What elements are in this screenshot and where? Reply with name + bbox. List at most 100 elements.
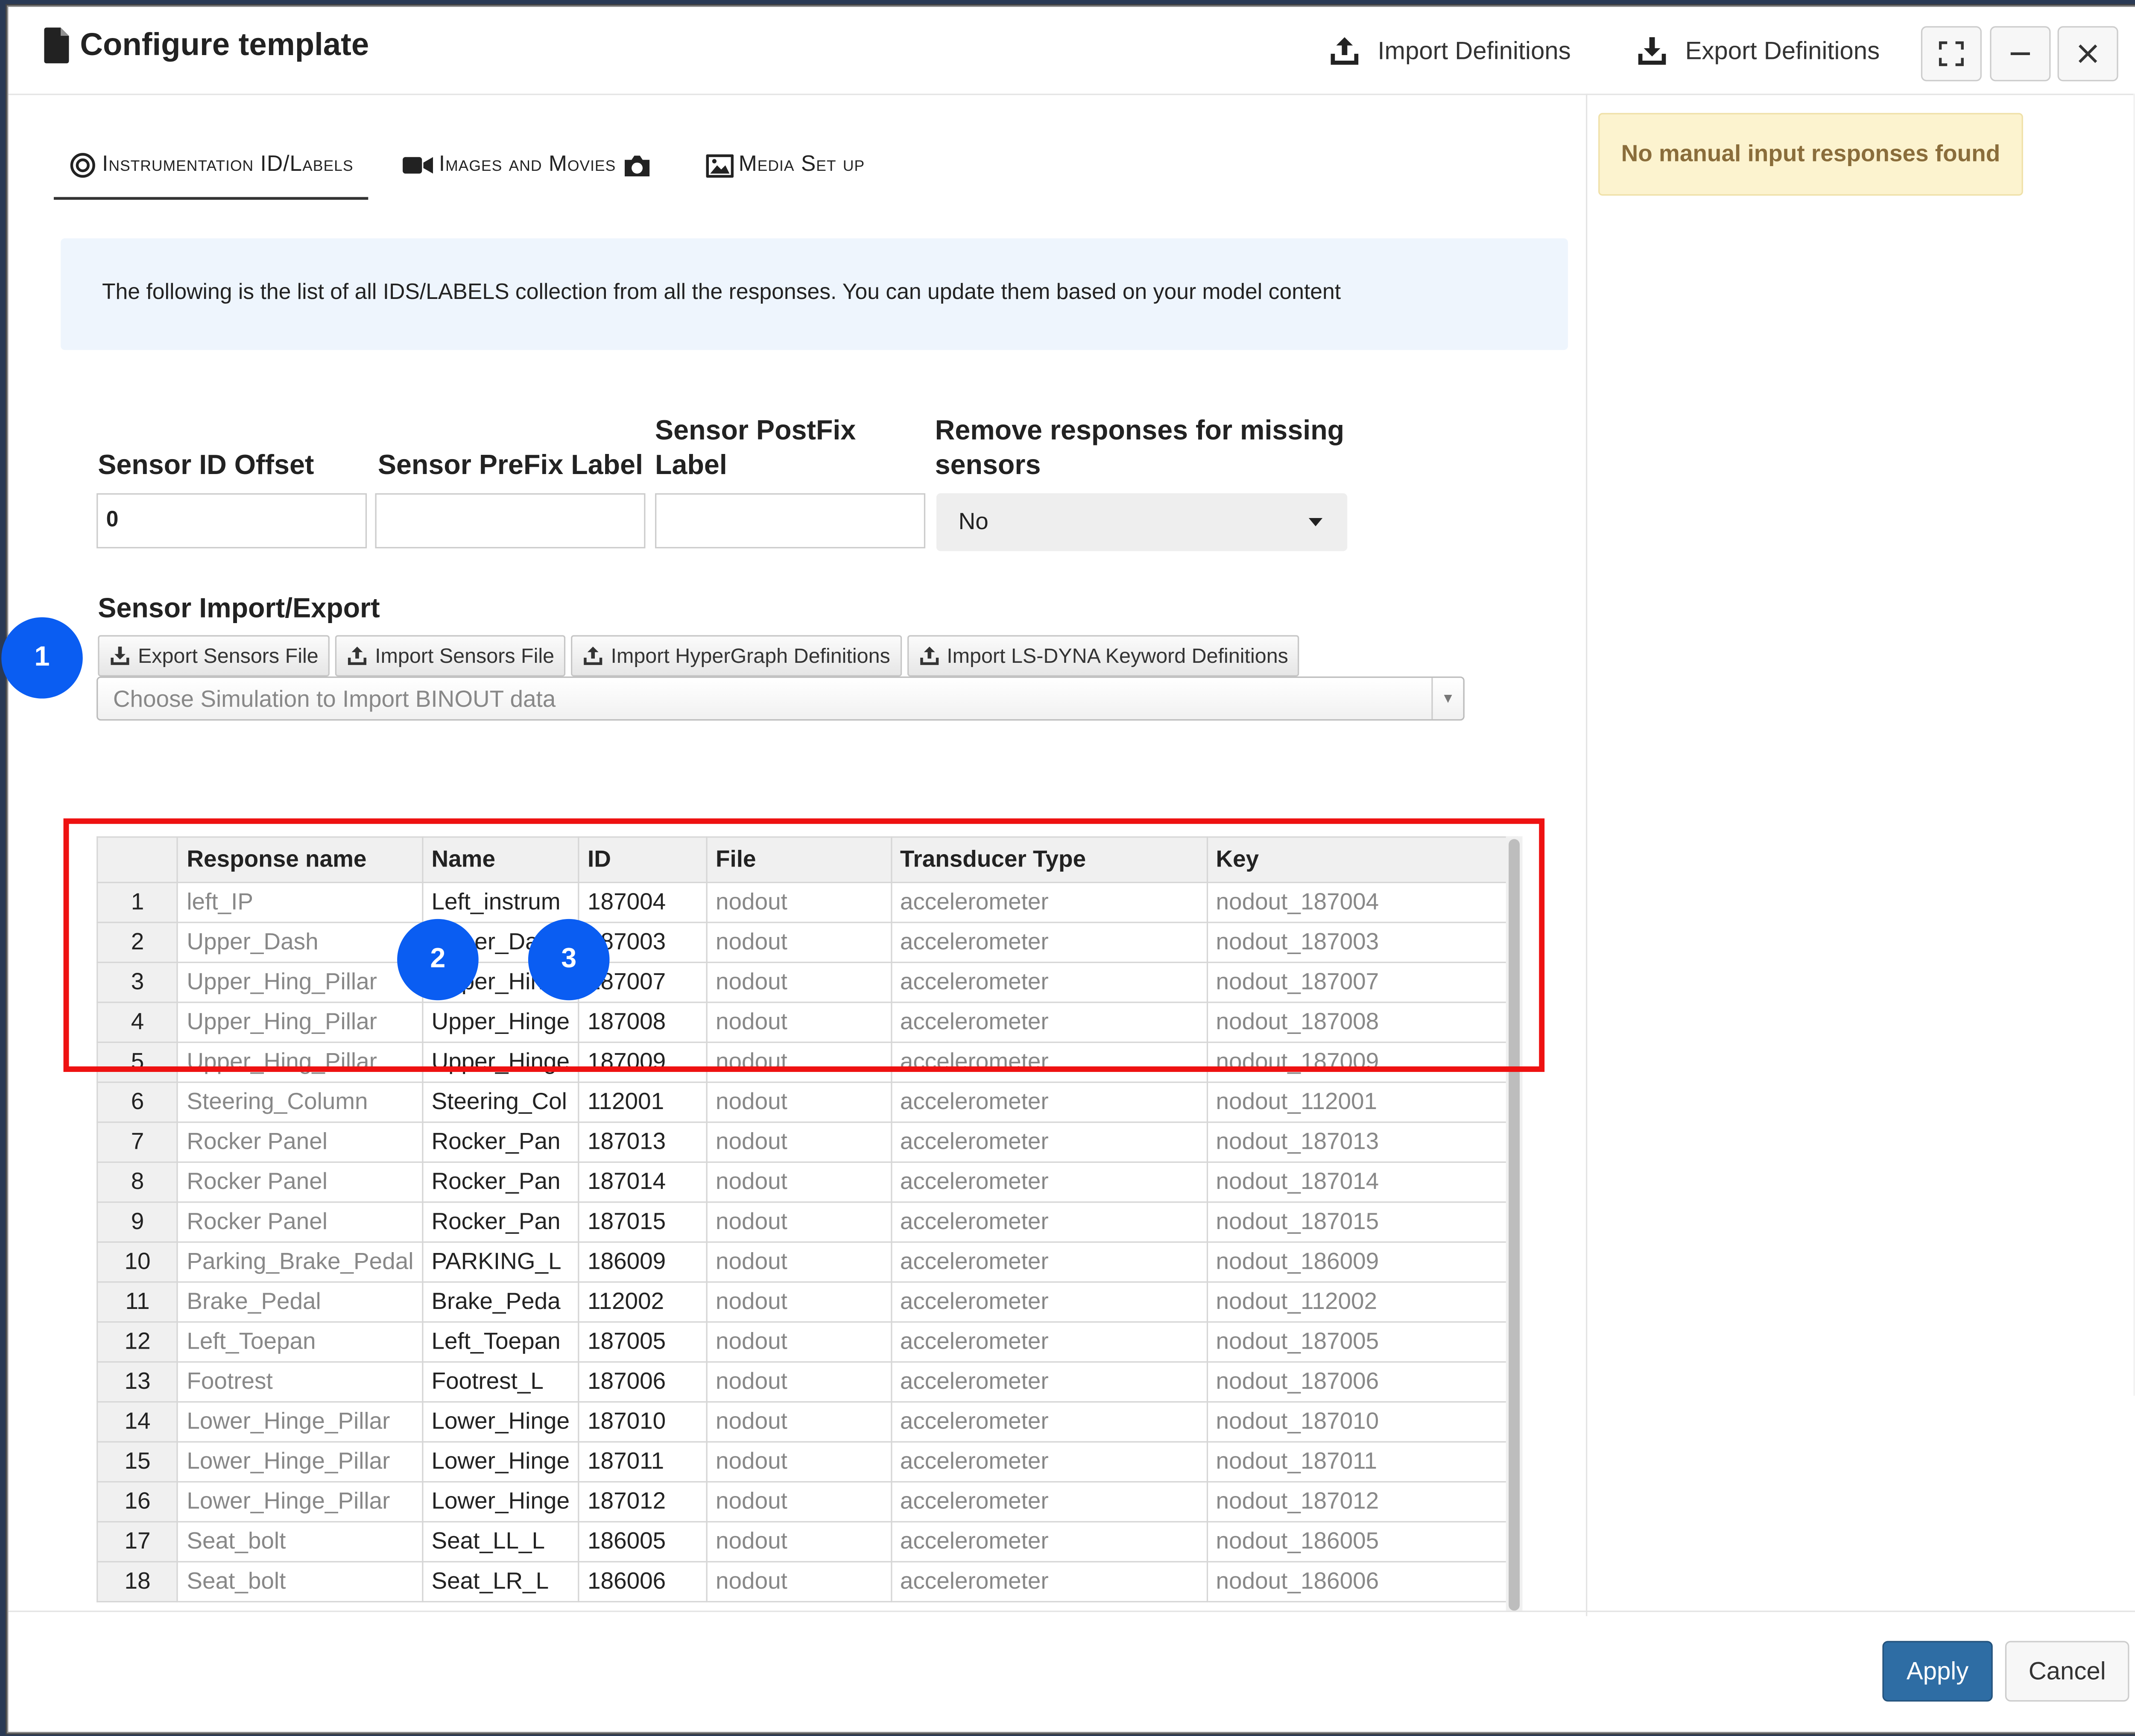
file-cell[interactable]: nodout [706,1081,892,1123]
import-lsdyna-button[interactable]: Import LS-DYNA Keyword Definitions [907,635,1299,677]
transducer-type-cell[interactable]: accelerometer [890,1161,1208,1203]
file-cell[interactable]: nodout [706,1481,892,1522]
id-cell[interactable]: 187012 [578,1481,708,1522]
response-name-cell[interactable]: Left_Toepan [177,1321,424,1363]
key-cell[interactable]: nodout_187015 [1206,1201,1518,1243]
table-row[interactable]: 8 Rocker Panel Rocker_Pan 187014 nodout accel… [97,1161,1518,1203]
cancel-button[interactable]: Cancel [2005,1641,2129,1702]
key-cell[interactable]: nodout_187011 [1206,1441,1518,1483]
name-cell[interactable]: Rocker_Pan [421,1201,579,1243]
name-cell[interactable]: Rocker_Pan [421,1121,579,1163]
export-definitions-button[interactable]: Export Definitions [1635,35,1880,67]
id-cell[interactable]: 186009 [578,1241,708,1283]
file-cell[interactable]: nodout [706,1361,892,1403]
key-cell[interactable]: nodout_187012 [1206,1481,1518,1522]
id-cell[interactable]: 187015 [578,1201,708,1243]
import-sensors-file-button[interactable]: Import Sensors File [335,635,565,677]
dialog-scrollbar[interactable] [2133,94,2135,1396]
file-cell[interactable]: nodout [706,1561,892,1603]
key-cell[interactable]: nodout_187013 [1206,1121,1518,1163]
close-button[interactable] [2057,26,2118,82]
id-cell[interactable]: 186006 [578,1561,708,1603]
key-cell[interactable]: nodout_187005 [1206,1321,1518,1363]
transducer-type-cell[interactable]: accelerometer [890,1521,1208,1563]
transducer-type-cell[interactable]: accelerometer [890,1481,1208,1522]
key-cell[interactable]: nodout_187010 [1206,1401,1518,1443]
key-cell[interactable]: nodout_112001 [1206,1081,1518,1123]
name-cell[interactable]: PARKING_L [421,1241,579,1283]
binout-simulation-select[interactable]: Choose Simulation to Import BINOUT data … [97,676,1465,721]
name-cell[interactable]: Steering_Col [421,1081,579,1123]
name-cell[interactable]: Seat_LR_L [421,1561,579,1603]
key-cell[interactable]: nodout_187014 [1206,1161,1518,1203]
id-cell[interactable]: 187010 [578,1401,708,1443]
transducer-type-cell[interactable]: accelerometer [890,1361,1208,1403]
response-name-cell[interactable]: Rocker Panel [177,1121,424,1163]
response-name-cell[interactable]: Lower_Hinge_Pillar [177,1481,424,1522]
export-sensors-file-button[interactable]: Export Sensors File [98,635,330,677]
id-cell[interactable]: 186005 [578,1521,708,1563]
name-cell[interactable]: Footrest_L [421,1361,579,1403]
tab-instrumentation[interactable]: Instrumentation ID/Labels [53,134,369,200]
id-cell[interactable]: 187006 [578,1361,708,1403]
minimize-button[interactable] [1990,26,2051,82]
table-row[interactable]: 14 Lower_Hinge_Pillar Lower_Hinge 187010 nod… [97,1401,1518,1443]
remove-responses-select[interactable]: No [936,493,1348,551]
table-row[interactable]: 10 Parking_Brake_Pedal PARKING_L 186009 nodo… [97,1241,1518,1283]
sensor-postfix-input[interactable] [655,493,926,549]
file-cell[interactable]: nodout [706,1401,892,1443]
table-row[interactable]: 17 Seat_bolt Seat_LL_L 186005 nodout accelero… [97,1521,1518,1563]
sensor-id-offset-input[interactable]: 0 [97,493,367,549]
response-name-cell[interactable]: Brake_Pedal [177,1281,424,1323]
tab-images-movies[interactable]: Images and Movies [388,134,671,197]
name-cell[interactable]: Lower_Hinge [421,1481,579,1522]
name-cell[interactable]: Seat_LL_L [421,1521,579,1563]
response-name-cell[interactable]: Lower_Hinge_Pillar [177,1401,424,1443]
name-cell[interactable]: Lower_Hinge [421,1441,579,1483]
id-cell[interactable]: 187014 [578,1161,708,1203]
transducer-type-cell[interactable]: accelerometer [890,1201,1208,1243]
key-cell[interactable]: nodout_186005 [1206,1521,1518,1563]
file-cell[interactable]: nodout [706,1441,892,1483]
transducer-type-cell[interactable]: accelerometer [890,1241,1208,1283]
key-cell[interactable]: nodout_112002 [1206,1281,1518,1323]
id-cell[interactable]: 112002 [578,1281,708,1323]
response-name-cell[interactable]: Footrest [177,1361,424,1403]
file-cell[interactable]: nodout [706,1241,892,1283]
transducer-type-cell[interactable]: accelerometer [890,1321,1208,1363]
response-name-cell[interactable]: Seat_bolt [177,1561,424,1603]
table-row[interactable]: 16 Lower_Hinge_Pillar Lower_Hinge 187012 nod… [97,1481,1518,1522]
transducer-type-cell[interactable]: accelerometer [890,1401,1208,1443]
table-row[interactable]: 18 Seat_bolt Seat_LR_L 186006 nodout accelero… [97,1561,1518,1603]
response-name-cell[interactable]: Seat_bolt [177,1521,424,1563]
apply-button[interactable]: Apply [1882,1641,1993,1702]
transducer-type-cell[interactable]: accelerometer [890,1121,1208,1163]
id-cell[interactable]: 187013 [578,1121,708,1163]
transducer-type-cell[interactable]: accelerometer [890,1081,1208,1123]
file-cell[interactable]: nodout [706,1121,892,1163]
import-definitions-button[interactable]: Import Definitions [1328,35,1571,67]
name-cell[interactable]: Left_Toepan [421,1321,579,1363]
name-cell[interactable]: Brake_Peda [421,1281,579,1323]
table-row[interactable]: 12 Left_Toepan Left_Toepan 187005 nodout acce… [97,1321,1518,1363]
table-row[interactable]: 9 Rocker Panel Rocker_Pan 187015 nodout accel… [97,1201,1518,1243]
import-hypergraph-button[interactable]: Import HyperGraph Definitions [570,635,901,677]
sensor-prefix-input[interactable] [375,493,646,549]
response-name-cell[interactable]: Rocker Panel [177,1161,424,1203]
tab-media-setup[interactable]: Media Set up [690,134,880,197]
name-cell[interactable]: Rocker_Pan [421,1161,579,1203]
response-name-cell[interactable]: Steering_Column [177,1081,424,1123]
file-cell[interactable]: nodout [706,1321,892,1363]
response-name-cell[interactable]: Rocker Panel [177,1201,424,1243]
table-row[interactable]: 13 Footrest Footrest_L 187006 nodout accelero… [97,1361,1518,1403]
name-cell[interactable]: Lower_Hinge [421,1401,579,1443]
transducer-type-cell[interactable]: accelerometer [890,1281,1208,1323]
table-row[interactable]: 6 Steering_Column Steering_Col 112001 nodout… [97,1081,1518,1123]
table-row[interactable]: 15 Lower_Hinge_Pillar Lower_Hinge 187011 nod… [97,1441,1518,1483]
file-cell[interactable]: nodout [706,1281,892,1323]
table-row[interactable]: 7 Rocker Panel Rocker_Pan 187013 nodout accel… [97,1121,1518,1163]
transducer-type-cell[interactable]: accelerometer [890,1441,1208,1483]
key-cell[interactable]: nodout_186006 [1206,1561,1518,1603]
maximize-button[interactable] [1921,26,1982,82]
id-cell[interactable]: 187011 [578,1441,708,1483]
